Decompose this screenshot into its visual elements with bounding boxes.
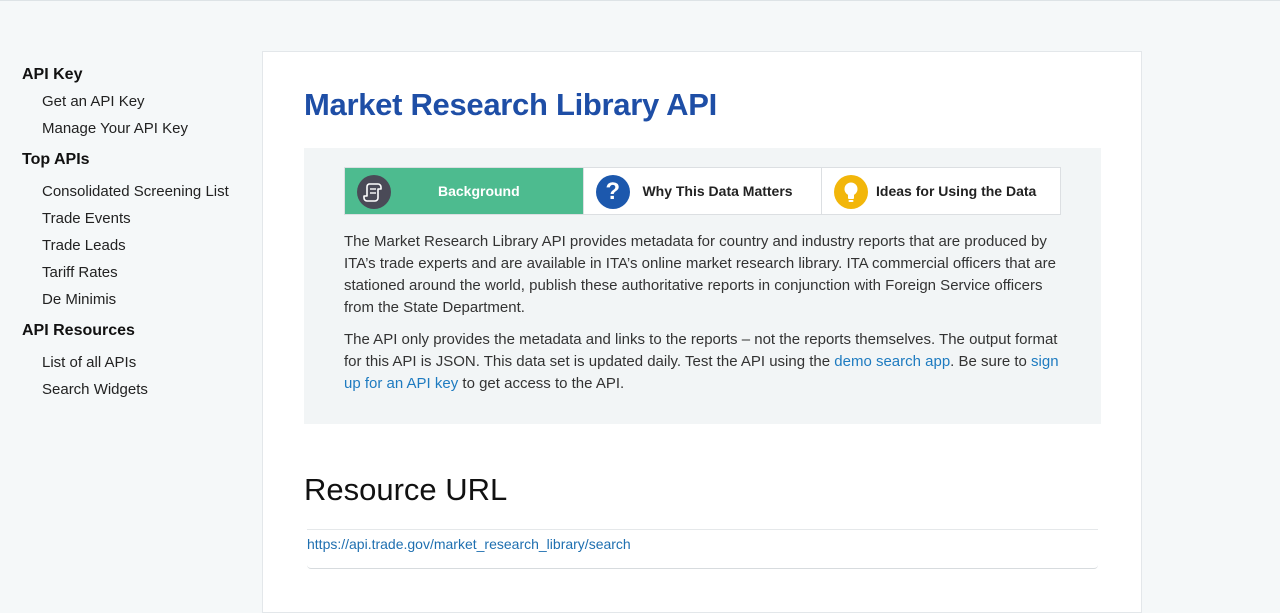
page-title: Market Research Library API bbox=[304, 87, 717, 122]
sidebar-item-de-minimis[interactable]: De Minimis bbox=[22, 286, 252, 313]
tab-bar: Background ? Why This Data Matters Ideas… bbox=[344, 167, 1061, 215]
resource-url-box: https://api.trade.gov/market_research_li… bbox=[307, 529, 1098, 569]
resource-url-heading: Resource URL bbox=[304, 472, 508, 507]
tab-why-this-data-matters[interactable]: ? Why This Data Matters bbox=[584, 168, 823, 214]
sidebar-section-api-key: API Key Get an API Key Manage Your API K… bbox=[22, 62, 252, 142]
sidebar-item-manage-api-key[interactable]: Manage Your API Key bbox=[22, 115, 252, 142]
tab-ideas-for-using-data[interactable]: Ideas for Using the Data bbox=[822, 168, 1060, 214]
sidebar-item-tariff-rates[interactable]: Tariff Rates bbox=[22, 259, 252, 286]
sidebar-item-trade-events[interactable]: Trade Events bbox=[22, 205, 252, 232]
sidebar-heading: API Key bbox=[22, 66, 83, 83]
lightbulb-icon bbox=[834, 175, 869, 209]
demo-search-app-link[interactable]: demo search app bbox=[834, 353, 950, 370]
sidebar-section-api-resources: API Resources List of all APIs Search Wi… bbox=[22, 318, 252, 403]
description-text: to get access to the API. bbox=[458, 375, 625, 392]
question-icon: ? bbox=[595, 175, 630, 209]
sidebar-item-trade-leads[interactable]: Trade Leads bbox=[22, 232, 252, 259]
sidebar-item-search-widgets[interactable]: Search Widgets bbox=[22, 376, 252, 403]
resource-url-link[interactable]: https://api.trade.gov/market_research_li… bbox=[307, 536, 631, 552]
description-text: . Be sure to bbox=[950, 353, 1032, 370]
sidebar-item-consolidated-screening-list[interactable]: Consolidated Screening List bbox=[22, 178, 252, 205]
scroll-icon bbox=[357, 175, 391, 209]
description: The Market Research Library API provides… bbox=[344, 231, 1064, 405]
sidebar-heading: API Resources bbox=[22, 322, 135, 339]
sidebar-heading: Top APIs bbox=[22, 151, 90, 168]
main-panel: Market Research Library API Background ?… bbox=[262, 51, 1142, 613]
sidebar-section-top-apis: Top APIs Consolidated Screening List Tra… bbox=[22, 147, 252, 313]
sidebar-item-get-api-key[interactable]: Get an API Key bbox=[22, 88, 252, 115]
description-paragraph-1: The Market Research Library API provides… bbox=[344, 233, 1056, 316]
sidebar: API Key Get an API Key Manage Your API K… bbox=[22, 62, 252, 403]
top-border bbox=[0, 0, 1280, 1]
tab-background[interactable]: Background bbox=[345, 168, 584, 214]
description-paragraph-2: The API only provides the metadata and l… bbox=[344, 329, 1064, 395]
info-box: Background ? Why This Data Matters Ideas… bbox=[304, 148, 1101, 424]
sidebar-item-list-of-all-apis[interactable]: List of all APIs bbox=[22, 349, 252, 376]
